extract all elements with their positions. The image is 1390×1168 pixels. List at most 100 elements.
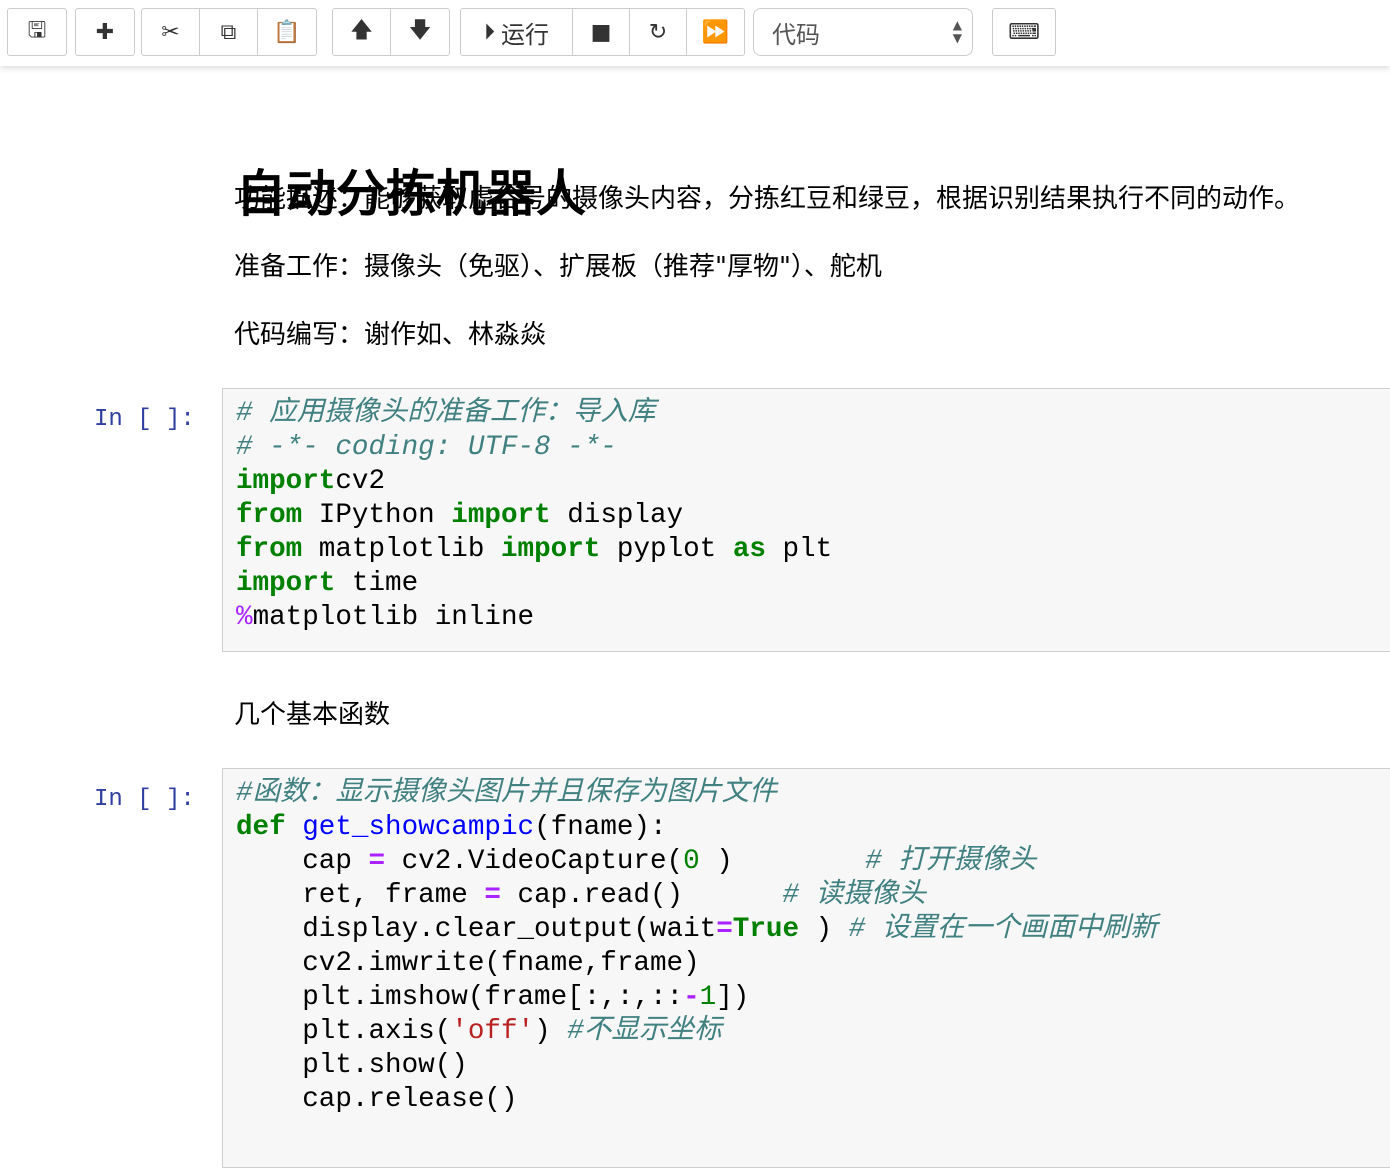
- code-token: import: [451, 500, 551, 531]
- code-token: #函数：显示摄像头图片并且保存为图片文件: [236, 778, 777, 809]
- code-token: # -*- coding: UTF-8 -*-: [236, 432, 617, 463]
- code-token: plt.imshow(frame[:,:,::: [236, 982, 684, 1013]
- insert-cell-button[interactable]: ✚: [76, 9, 134, 55]
- code-token: matplotlib inline: [252, 602, 535, 633]
- cell-prompt: In [ ]:: [94, 406, 195, 433]
- save-button[interactable]: 🖫: [8, 9, 66, 55]
- code-line: %matplotlib inline: [236, 601, 1390, 635]
- cell-type-select[interactable]: 代码 ▲ ▼: [753, 8, 973, 56]
- code-token: time: [335, 568, 419, 599]
- code-cell-function[interactable]: #函数：显示摄像头图片并且保存为图片文件 def get_showcampic(f…: [222, 768, 1390, 1168]
- code-line: ret, frame = cap.read() # 读摄像头: [236, 879, 1390, 913]
- toolbar-group: ✂ ⧉ 📋: [141, 8, 317, 56]
- keyboard-icon: ⌨: [1008, 19, 1040, 45]
- copy-button[interactable]: ⧉: [200, 9, 258, 55]
- plus-icon: ✚: [95, 19, 115, 45]
- code-editor[interactable]: # 应用摄像头的准备工作：导入库 # -*- coding: UTF-8 -*- i…: [236, 397, 1390, 635]
- code-line: plt.axis('off') #不显示坐标: [236, 1015, 1390, 1049]
- code-line: importcv2: [236, 465, 1390, 499]
- code-token: import: [236, 466, 336, 497]
- code-token: cap: [236, 846, 369, 877]
- code-token: import: [236, 568, 336, 599]
- toolbar-group: 🡅 🡇: [332, 8, 450, 56]
- arrow-up-icon: 🡅: [350, 18, 373, 43]
- step-forward-icon: ⏵: [483, 19, 495, 45]
- code-token: IPython: [302, 500, 452, 531]
- code-token: True: [732, 914, 800, 945]
- code-token: matplotlib: [302, 534, 501, 565]
- markdown-functions-heading: 几个基本函数: [234, 700, 391, 730]
- code-token: # 应用摄像头的准备工作：导入库: [236, 398, 656, 429]
- move-down-button[interactable]: 🡇: [391, 9, 449, 55]
- select-arrows-icon: ▲ ▼: [952, 18, 962, 45]
- code-line: from IPython import display: [236, 499, 1390, 533]
- cell-prompt: In [ ]:: [94, 786, 195, 813]
- toolbar: 🖫 ✚ ✂ ⧉ 📋 🡅 🡇 ⏵ 运行 ■ ↻ ⏩ 代码 ▲ ▼ ⌨: [0, 0, 1390, 66]
- code-line: cap = cv2.VideoCapture(0 ) # 打开摄像头: [236, 845, 1390, 879]
- markdown-authors: 代码编写：谢作如、林淼焱: [234, 320, 547, 350]
- notebook: 自动分拣机器人 功能描述：能够获取虚谷号的摄像头内容，分拣红豆和绿豆，根据识别结…: [0, 66, 1390, 1168]
- code-token: ): [534, 1016, 568, 1047]
- code-token: ]): [716, 982, 750, 1013]
- code-token: def: [236, 812, 286, 843]
- code-line: #函数：显示摄像头图片并且保存为图片文件: [236, 777, 1390, 811]
- code-token: cv2.VideoCapture(: [385, 846, 684, 877]
- code-line: cap.release(): [236, 1083, 1390, 1117]
- code-token: ret, frame: [236, 880, 485, 911]
- run-button[interactable]: ⏵ 运行: [461, 9, 573, 55]
- copy-icon: ⧉: [220, 19, 237, 45]
- code-token: import: [500, 534, 601, 565]
- code-token: display: [550, 500, 684, 531]
- code-line: def get_showcampic(fname):: [236, 811, 1390, 845]
- stop-button[interactable]: ■: [573, 9, 630, 55]
- markdown-preparation: 准备工作：摄像头（免驱）、扩展板（推荐"厚物"）、舵机: [234, 252, 882, 282]
- stop-icon: ■: [590, 19, 612, 45]
- code-token: cap.release(): [236, 1084, 518, 1115]
- code-token: display.clear_output(wait: [236, 914, 717, 945]
- code-token: plt.axis(: [236, 1016, 452, 1047]
- code-token: cap.read(): [500, 880, 783, 911]
- code-token: 1: [699, 982, 717, 1013]
- floppy-icon: 🖫: [27, 18, 47, 43]
- code-token: -: [683, 982, 700, 1013]
- code-token: # 打开摄像头: [865, 846, 1037, 877]
- scissors-icon: ✂: [161, 19, 180, 45]
- toolbar-group: ✚: [75, 8, 135, 56]
- code-token: plt.show(): [236, 1050, 468, 1081]
- arrow-down-icon: 🡇: [408, 18, 432, 43]
- code-token: %: [236, 602, 253, 633]
- code-token: #不显示坐标: [567, 1016, 722, 1047]
- keyboard-shortcuts-button[interactable]: ⌨: [992, 8, 1056, 56]
- code-line: # -*- coding: UTF-8 -*-: [236, 431, 1390, 465]
- paste-button[interactable]: 📋: [258, 9, 316, 55]
- toolbar-group: ⏵ 运行 ■ ↻ ⏩: [460, 8, 745, 56]
- restart-button[interactable]: ↻: [630, 9, 687, 55]
- code-token: pyplot: [600, 534, 733, 565]
- code-token: ): [799, 914, 849, 945]
- code-token: cv2: [335, 466, 386, 497]
- code-token: cv2.imwrite(fname,frame): [236, 948, 700, 979]
- code-line: plt.show(): [236, 1049, 1390, 1083]
- paste-icon: 📋: [273, 19, 301, 45]
- run-all-button[interactable]: ⏩: [687, 9, 744, 55]
- code-line: plt.imshow(frame[:,:,::-1]): [236, 981, 1390, 1015]
- code-token: 0: [683, 846, 700, 877]
- code-token: get_showcampic: [302, 812, 535, 843]
- code-line: cv2.imwrite(fname,frame): [236, 947, 1390, 981]
- markdown-description: 功能描述：能够获取虚谷号的摄像头内容，分拣红豆和绿豆，根据识别结果执行不同的动作…: [234, 184, 1301, 214]
- code-editor[interactable]: #函数：显示摄像头图片并且保存为图片文件 def get_showcampic(f…: [236, 777, 1390, 1117]
- code-token: (fname):: [534, 812, 667, 843]
- cut-button[interactable]: ✂: [142, 9, 200, 55]
- code-line: # 应用摄像头的准备工作：导入库: [236, 397, 1390, 431]
- cell-type-value: 代码: [772, 20, 820, 49]
- fast-forward-icon: ⏩: [701, 19, 730, 45]
- code-line: from matplotlib import pyplot as plt: [236, 533, 1390, 567]
- code-token: =: [368, 846, 386, 877]
- code-token: # 读摄像头: [782, 880, 926, 911]
- code-line: display.clear_output(wait=True ) # 设置在一个…: [236, 913, 1390, 947]
- move-up-button[interactable]: 🡅: [333, 9, 391, 55]
- code-token: 'off': [451, 1016, 535, 1047]
- code-cell-imports[interactable]: # 应用摄像头的准备工作：导入库 # -*- coding: UTF-8 -*- i…: [222, 388, 1390, 652]
- code-token: plt: [765, 534, 833, 565]
